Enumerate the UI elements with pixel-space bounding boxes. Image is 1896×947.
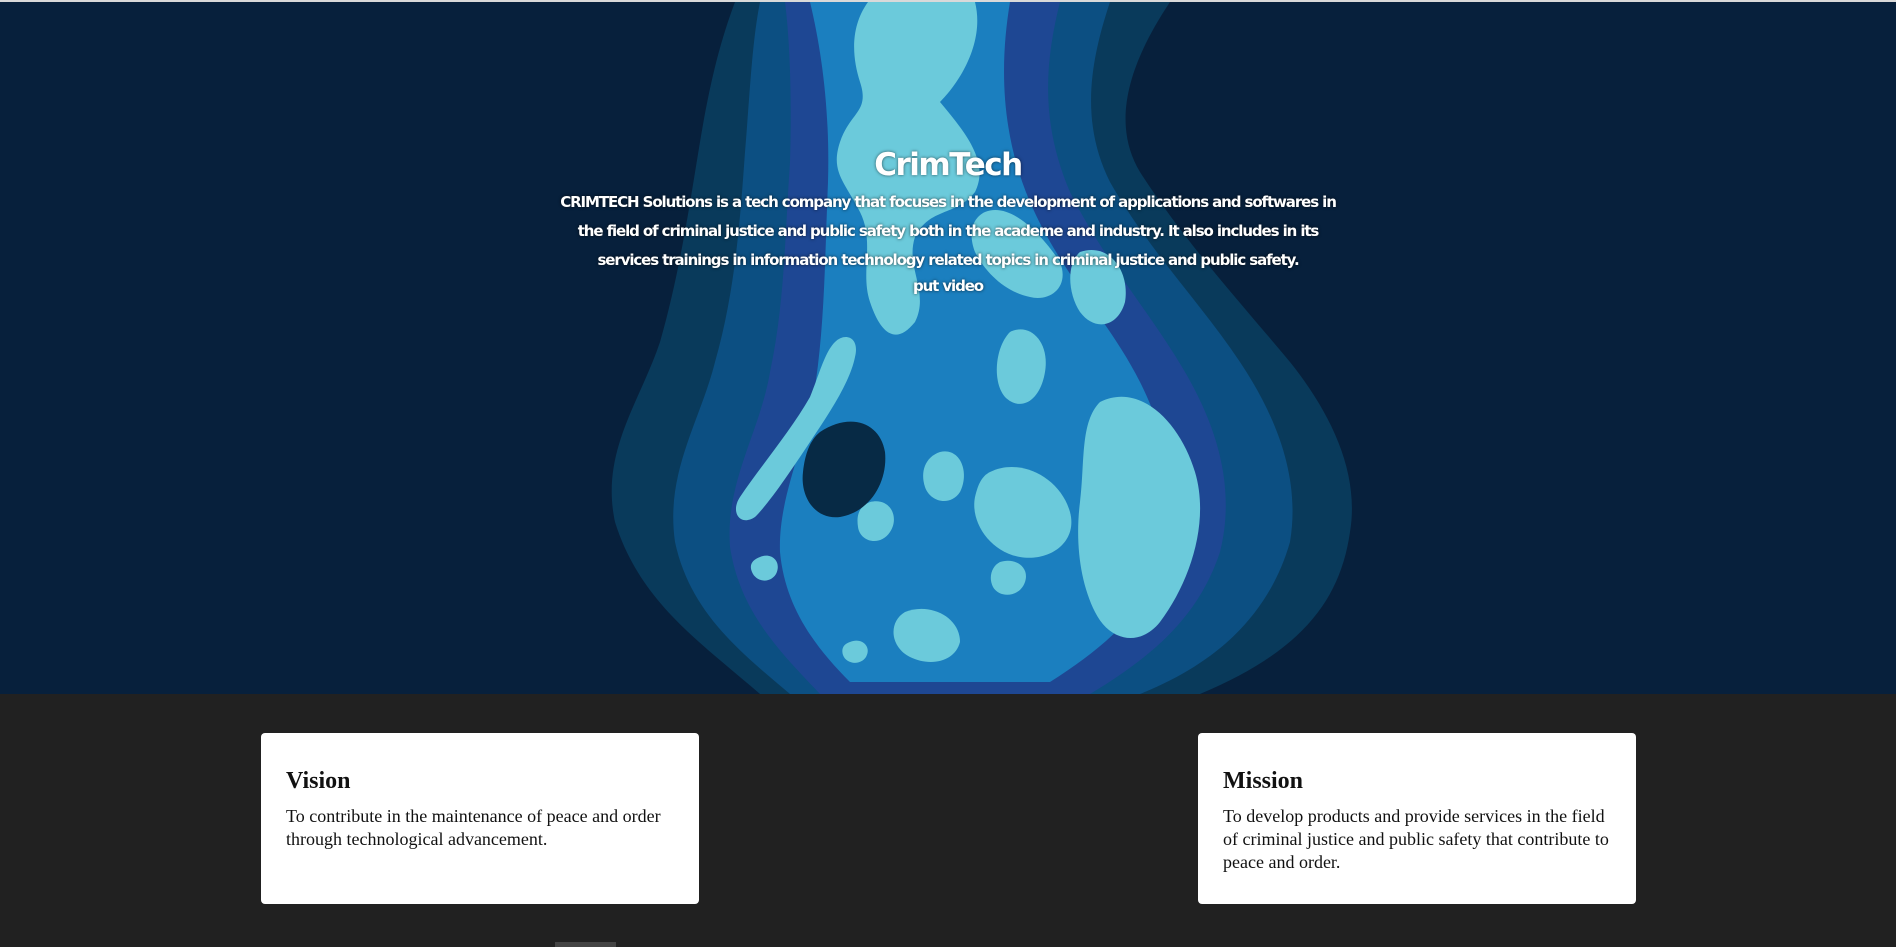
philippines-heatmap-background	[611, 2, 1352, 694]
hero-description: CRIMTECH Solutions is a tech company tha…	[560, 193, 1337, 269]
hero-section: CrimTech CRIMTECH Solutions is a tech co…	[0, 2, 1896, 694]
vision-card: Vision To contribute in the maintenance …	[261, 733, 699, 904]
bottom-scroll-tab[interactable]	[555, 942, 616, 947]
vision-heading: Vision	[286, 768, 351, 794]
vision-text: To contribute in the maintenance of peac…	[286, 806, 661, 849]
hero-content: CrimTech CRIMTECH Solutions is a tech co…	[560, 145, 1337, 297]
hero-note: put video	[912, 277, 984, 295]
mission-card: Mission To develop products and provide …	[1198, 733, 1636, 904]
mission-text: To develop products and provide services…	[1223, 806, 1609, 872]
mission-heading: Mission	[1223, 768, 1304, 794]
page-title: CrimTech	[874, 147, 1023, 183]
